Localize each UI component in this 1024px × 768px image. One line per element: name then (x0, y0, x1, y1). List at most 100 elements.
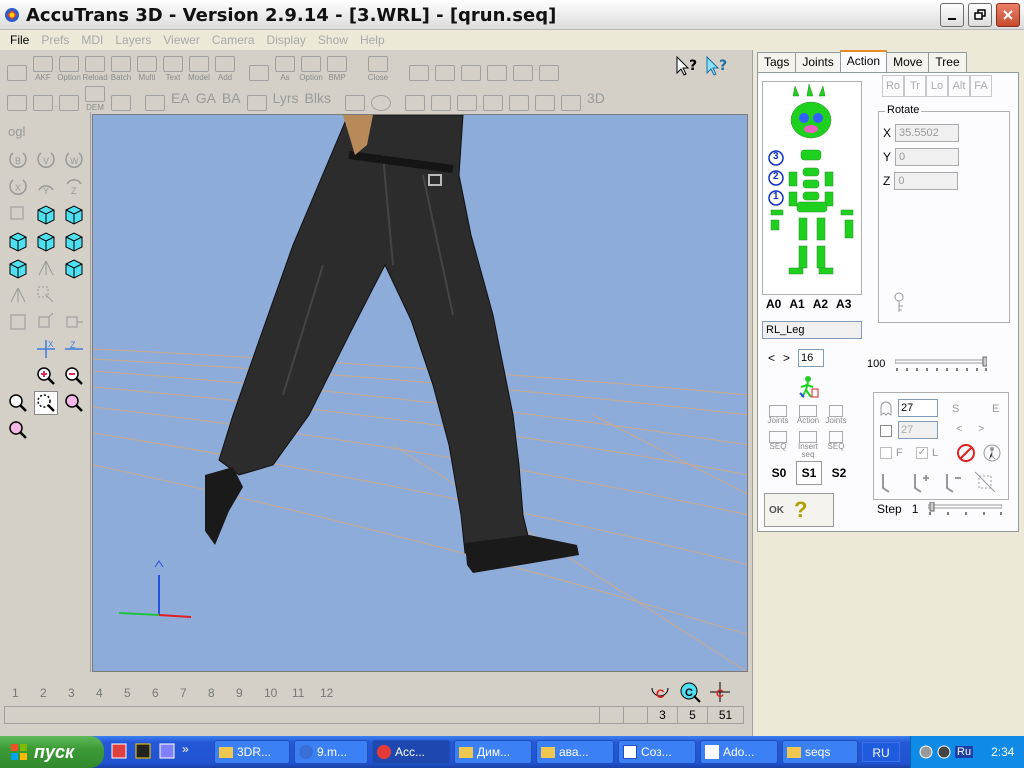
reload-button[interactable]: Reload (82, 54, 108, 82)
move-tool[interactable] (6, 202, 30, 226)
save-button[interactable] (246, 54, 272, 82)
mesh-button[interactable] (428, 84, 454, 112)
tab-action[interactable]: Action (839, 50, 888, 72)
rotate-v-tool[interactable]: V (34, 148, 58, 172)
tab-tags[interactable]: Tags (757, 52, 797, 72)
zoom-in-tool[interactable] (34, 364, 58, 388)
menu-file[interactable]: File (4, 33, 35, 47)
open-seq-button[interactable]: SEQ (766, 431, 790, 451)
help-pointer-icon[interactable]: ? (704, 54, 730, 80)
cube-view-tool-2[interactable] (62, 202, 86, 226)
step-tool-4-icon[interactable] (973, 470, 997, 494)
insert-seq-button[interactable]: Insert seq (794, 431, 822, 459)
quicklaunch-app-icon[interactable] (110, 742, 128, 760)
task-accutrans[interactable]: Acc... (372, 740, 450, 764)
start-button[interactable]: пуск (0, 736, 104, 768)
step-tool-2-icon[interactable] (909, 470, 933, 494)
key-icon[interactable] (891, 292, 907, 314)
list-button[interactable] (56, 84, 82, 112)
arrange-button[interactable] (30, 84, 56, 112)
zoom-out-tool[interactable] (62, 364, 86, 388)
frame-3[interactable]: 3 (68, 686, 96, 700)
z-rotation-field[interactable]: 0 (894, 172, 959, 190)
menu-display[interactable]: Display (261, 33, 312, 47)
shape-button-2[interactable] (480, 84, 506, 112)
transform-button-6[interactable] (536, 54, 562, 82)
cube-view-tool-1[interactable] (34, 202, 58, 226)
a1-button[interactable]: A1 (789, 297, 804, 311)
frame-7[interactable]: 7 (180, 686, 208, 700)
weight-slider[interactable] (894, 356, 988, 372)
shape-button-3[interactable] (506, 84, 532, 112)
tab-move[interactable]: Move (886, 52, 930, 72)
menu-viewer[interactable]: Viewer (157, 33, 205, 47)
loop-start-field[interactable]: 27 (898, 399, 938, 417)
open-joints-button[interactable]: Joints (766, 405, 790, 425)
save-seq-button[interactable]: SEQ (824, 431, 848, 451)
cube-view-tool-6[interactable] (6, 256, 30, 280)
shape-button-4[interactable] (532, 84, 558, 112)
s1-button[interactable]: S1 (796, 461, 822, 485)
camera-pan-icon[interactable]: C (708, 680, 732, 704)
tray-language[interactable]: Ru (955, 746, 974, 758)
task-soz[interactable]: Соз... (618, 740, 696, 764)
menu-help[interactable]: Help (354, 33, 391, 47)
multi-button[interactable]: Multi (134, 54, 160, 82)
at-button[interactable] (4, 84, 30, 112)
frame-12[interactable]: 12 (320, 686, 348, 700)
lyrs-button[interactable]: Lyrs (270, 84, 302, 112)
walk-icon[interactable] (982, 443, 1002, 463)
frame-11[interactable]: 11 (292, 686, 320, 700)
accutrans-app-icon[interactable] (4, 7, 20, 23)
ba-button[interactable]: BA (219, 84, 244, 112)
context-help-icon[interactable]: ? (674, 54, 700, 80)
rot-tab-alt[interactable]: Alt (948, 75, 970, 97)
open-option-button[interactable]: Option (56, 54, 82, 82)
x-rotation-field[interactable]: 35.5502 (895, 124, 960, 142)
close-window-button[interactable] (996, 3, 1020, 27)
3d-viewport[interactable] (92, 114, 748, 672)
axis-x-tool[interactable]: X (34, 337, 58, 361)
s2-button[interactable]: S2 (826, 461, 852, 485)
select-tool[interactable] (34, 283, 58, 307)
zoom-window-tool[interactable] (34, 391, 58, 415)
save-joints-button[interactable]: Joints (824, 405, 848, 425)
shape-button-1[interactable] (454, 84, 480, 112)
save-option-button[interactable]: Option (298, 54, 324, 82)
menu-show[interactable]: Show (312, 33, 354, 47)
joint-marker-2[interactable]: 2 (773, 171, 779, 182)
zoom-prev-tool[interactable] (62, 391, 86, 415)
light-button[interactable] (142, 84, 168, 112)
ok-button[interactable]: OK ? (764, 493, 834, 527)
rotate-x-tool[interactable]: X (6, 175, 30, 199)
rot-tab-ro[interactable]: Ro (882, 75, 904, 97)
cube-view-tool-5[interactable] (62, 229, 86, 253)
no-button[interactable] (368, 84, 394, 112)
open-akf-button[interactable]: AKF (30, 54, 56, 82)
ga-button[interactable]: GA (193, 84, 219, 112)
loop-checkbox[interactable] (880, 425, 892, 437)
transform-button-5[interactable] (510, 54, 536, 82)
step-tool-1-icon[interactable] (877, 470, 901, 494)
no-walk-icon[interactable] (956, 443, 976, 463)
save-bmp-button[interactable]: BMP (324, 54, 350, 82)
step-slider[interactable] (928, 502, 1003, 516)
joint-marker-1[interactable]: 1 (773, 191, 779, 202)
rot-tab-tr[interactable]: Tr (904, 75, 926, 97)
f-checkbox[interactable] (880, 447, 892, 459)
task-3dr[interactable]: 3DR... (214, 740, 290, 764)
menu-layers[interactable]: Layers (109, 33, 157, 47)
grid-button[interactable] (402, 84, 428, 112)
open-button[interactable] (4, 54, 30, 82)
axis-z-tool[interactable]: Z (62, 337, 86, 361)
ea-button[interactable]: EA (168, 84, 193, 112)
cubes-button[interactable] (244, 84, 270, 112)
rot-tab-lo[interactable]: Lo (926, 75, 948, 97)
cube-view-tool-4[interactable] (34, 229, 58, 253)
task-ava[interactable]: ава... (536, 740, 614, 764)
quicklaunch-more-icon[interactable]: » (182, 742, 189, 760)
transform-button-1[interactable] (406, 54, 432, 82)
task-9m[interactable]: 9.m... (294, 740, 368, 764)
loop-end-field[interactable]: 27 (898, 421, 938, 439)
terrain-3d-button[interactable]: 3D (584, 84, 608, 112)
